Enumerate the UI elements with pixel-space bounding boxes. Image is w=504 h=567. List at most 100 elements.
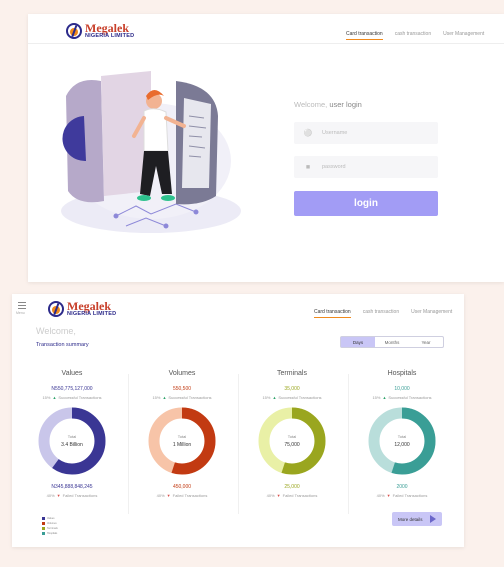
failed-label: Failed Transactions	[392, 493, 428, 498]
success-pct: 15%	[372, 395, 381, 400]
success-stat: 15% ▲ Successful Transactions	[240, 395, 344, 400]
transaction-summary-title: Transaction summary	[36, 342, 89, 348]
legend-swatch	[42, 522, 45, 525]
donut-chart: Total 1 Million	[147, 406, 217, 476]
down-arrow-icon: ▼	[166, 493, 171, 498]
up-arrow-icon: ▲	[382, 395, 387, 400]
period-days[interactable]: Days	[341, 337, 375, 347]
password-field[interactable]: ■ password	[294, 156, 438, 178]
play-arrow-icon	[430, 515, 436, 523]
password-placeholder: password	[322, 164, 346, 170]
user-icon: ⚪	[303, 130, 313, 137]
card-title: Terminals	[277, 370, 307, 377]
more-details-button[interactable]: More details	[392, 512, 442, 526]
success-stat: 15% ▲ Successful Transactions	[20, 395, 124, 400]
dash-nav-card-transaction[interactable]: Card transaction	[314, 309, 351, 318]
period-toggle: Days Months Year	[340, 336, 444, 348]
up-arrow-icon: ▲	[162, 395, 167, 400]
total-label: Total	[397, 434, 407, 439]
dash-nav-user-management[interactable]: User Management	[411, 309, 452, 318]
down-arrow-icon: ▼	[56, 493, 61, 498]
welcome-subtext: user login	[329, 100, 362, 109]
donut-chart: Total 12,000	[367, 406, 437, 476]
login-illustration	[61, 71, 241, 233]
donut-chart: Total 3.4 Billion	[37, 406, 107, 476]
success-amount: N550,775,127,000	[51, 386, 93, 392]
failed-amount: N345,888,848,245	[51, 484, 93, 490]
legend-item: Hospitals	[42, 531, 58, 536]
success-label: Successful Transactions	[168, 395, 212, 400]
total-label: Total	[67, 434, 77, 439]
failed-label: Failed Transactions	[282, 493, 318, 498]
total-value: 1 Million	[172, 442, 192, 448]
failed-pct: 40%	[266, 493, 275, 498]
divider	[348, 374, 349, 514]
failed-stat: 40% ▼ Failed Transactions	[350, 493, 454, 498]
total-label: Total	[177, 434, 187, 439]
success-pct: 15%	[262, 395, 271, 400]
legend-swatch	[42, 517, 45, 520]
login-header: Megalek NIGERIA LIMITED Card transaction…	[28, 14, 504, 44]
success-pct: 15%	[152, 395, 161, 400]
chart-legend: Values Volumes Terminals Hospitals	[42, 516, 58, 536]
logo-icon	[66, 22, 82, 39]
dashboard-welcome: Welcome,	[36, 326, 76, 336]
success-amount: 550,500	[172, 386, 192, 392]
success-stat: 15% ▲ Successful Transactions	[130, 395, 234, 400]
total-value: 12,000	[394, 442, 410, 448]
failed-amount: 25,000	[284, 484, 300, 490]
period-months[interactable]: Months	[375, 337, 409, 347]
divider	[238, 374, 239, 514]
card-title: Volumes	[168, 370, 196, 377]
login-button[interactable]: login	[294, 191, 438, 216]
dashboard-nav: Card transaction cash transaction User M…	[314, 309, 452, 318]
success-label: Successful Transactions	[278, 395, 322, 400]
login-welcome: Welcome, user login	[294, 100, 362, 109]
welcome-text: Welcome,	[294, 100, 328, 109]
brand-logo[interactable]: Megalek NIGERIA LIMITED	[66, 22, 134, 40]
failed-pct: 40%	[46, 493, 55, 498]
success-label: Successful Transactions	[388, 395, 432, 400]
failed-amount: 2000	[396, 484, 408, 490]
lock-icon: ■	[305, 163, 311, 171]
total-label: Total	[287, 434, 297, 439]
up-arrow-icon: ▲	[52, 395, 57, 400]
failed-label: Failed Transactions	[172, 493, 208, 498]
failed-pct: 40%	[156, 493, 165, 498]
dashboard-card: Menu Megalek NIGERIA LIMITED Card transa…	[12, 294, 464, 547]
hospitals-card: Hospitals 10,000 15% ▲ Successful Transa…	[350, 370, 454, 520]
donut-chart: Total 75,000	[257, 406, 327, 476]
down-arrow-icon: ▼	[276, 493, 281, 498]
failed-label: Failed Transactions	[62, 493, 98, 498]
nav-user-management[interactable]: User Management	[443, 31, 484, 40]
down-arrow-icon: ▼	[386, 493, 391, 498]
volumes-card: Volumes 550,500 15% ▲ Successful Transac…	[130, 370, 234, 520]
divider	[128, 374, 129, 514]
menu-icon[interactable]	[18, 302, 26, 310]
failed-pct: 40%	[376, 493, 385, 498]
username-placeholder: Username	[322, 130, 348, 136]
up-arrow-icon: ▲	[272, 395, 277, 400]
username-field[interactable]: ⚪ Username	[294, 122, 438, 144]
dashboard-brand-subtitle: NIGERIA LIMITED	[67, 311, 117, 317]
period-year[interactable]: Year	[409, 337, 443, 347]
card-title: Values	[61, 370, 83, 377]
dashboard-brand-logo[interactable]: Megalek NIGERIA LIMITED	[48, 300, 116, 318]
failed-stat: 40% ▼ Failed Transactions	[130, 493, 234, 498]
success-amount: 10,000	[394, 386, 410, 392]
legend-swatch	[42, 532, 45, 535]
nav-cash-transaction[interactable]: cash transaction	[395, 31, 431, 40]
card-title: Hospitals	[387, 370, 417, 377]
login-card: Megalek NIGERIA LIMITED Card transaction…	[28, 14, 504, 282]
total-value: 75,000	[284, 442, 300, 448]
dash-nav-cash-transaction[interactable]: cash transaction	[363, 309, 399, 318]
failed-stat: 40% ▼ Failed Transactions	[240, 493, 344, 498]
success-pct: 15%	[42, 395, 51, 400]
brand-subtitle: NIGERIA LIMITED	[85, 33, 135, 39]
total-value: 3.4 Billion	[61, 442, 83, 448]
nav-card-transaction[interactable]: Card transaction	[346, 31, 383, 40]
failed-stat: 40% ▼ Failed Transactions	[20, 493, 124, 498]
success-amount: 35,000	[284, 386, 300, 392]
top-nav: Card transaction cash transaction User M…	[346, 31, 484, 40]
menu-label: Menu	[16, 311, 25, 315]
